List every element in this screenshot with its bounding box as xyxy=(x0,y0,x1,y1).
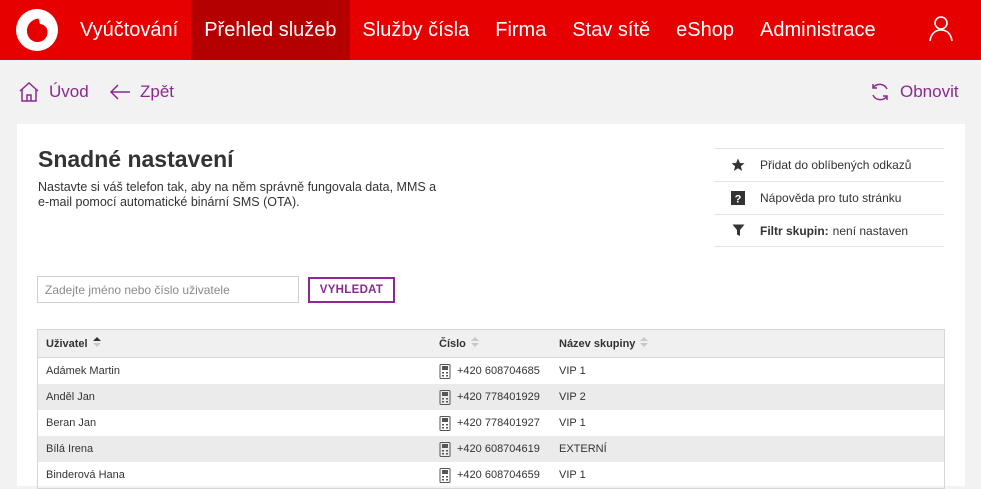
nav-item-sluzby-cisla[interactable]: Služby čísla xyxy=(350,0,483,60)
vodafone-logo-icon[interactable] xyxy=(16,9,58,51)
nav-item-administrace[interactable]: Administrace xyxy=(747,0,889,60)
header-number[interactable]: Číslo xyxy=(439,337,479,350)
content-card: Snadné nastavení Nastavte si váš telefon… xyxy=(17,124,965,489)
header-group[interactable]: Název skupiny xyxy=(559,337,649,350)
cell-number: +420 608704659 xyxy=(439,467,540,483)
page-title: Snadné nastavení xyxy=(38,146,234,172)
table-row[interactable]: Bílá Irena +420 608704619 EXTERNÍ xyxy=(38,436,944,462)
refresh-link-label: Obnovit xyxy=(900,82,959,101)
cell-number-text: +420 608704619 xyxy=(457,443,540,455)
group-filter-label: Filtr skupin: xyxy=(760,223,829,238)
star-icon xyxy=(730,157,746,173)
page-help-link[interactable]: ? Nápověda pro tuto stránku xyxy=(714,181,944,214)
cell-number-text: +420 778401929 xyxy=(457,391,540,403)
top-nav-bar: Vyúčtování Přehled služeb Služby čísla F… xyxy=(0,0,981,60)
phone-icon xyxy=(439,415,451,431)
cell-user: Bílá Irena xyxy=(46,443,94,455)
header-group-label: Název skupiny xyxy=(559,337,636,350)
table-header: Uživatel Číslo Název skupiny xyxy=(38,330,944,358)
sort-icon xyxy=(470,337,479,350)
cell-group: EXTERNÍ xyxy=(559,443,607,455)
phone-icon xyxy=(439,441,451,457)
cell-number: +420 778401927 xyxy=(439,415,540,431)
cell-group: VIP 2 xyxy=(559,391,586,403)
cell-number-text: +420 608704659 xyxy=(457,469,540,481)
search-input[interactable] xyxy=(37,276,299,303)
cell-number: +420 778401929 xyxy=(439,389,540,405)
header-user-label: Uživatel xyxy=(46,337,88,350)
home-link[interactable]: Úvod xyxy=(18,80,89,104)
cell-user: Anděl Jan xyxy=(46,391,95,403)
group-filter-value: není nastaven xyxy=(832,223,909,238)
cell-group: VIP 1 xyxy=(559,365,586,377)
table-row[interactable]: Adámek Martin +420 608704685 VIP 1 xyxy=(38,358,944,384)
home-icon xyxy=(19,81,39,102)
home-link-label: Úvod xyxy=(49,82,89,101)
add-favorite-link[interactable]: Přidat do oblíbených odkazů xyxy=(714,148,944,181)
refresh-link[interactable]: Obnovit xyxy=(869,80,959,104)
cell-user: Beran Jan xyxy=(46,417,97,429)
nav-item-eshop[interactable]: eShop xyxy=(663,0,747,60)
user-account-icon[interactable] xyxy=(927,14,955,42)
add-favorite-label: Přidat do oblíbených odkazů xyxy=(760,158,912,172)
cell-number: +420 608704619 xyxy=(439,441,540,457)
nav-item-prehled-sluzeb[interactable]: Přehled služeb xyxy=(191,0,350,60)
group-filter-link[interactable]: Filtr skupin: není nastaven xyxy=(714,214,944,247)
cell-number-text: +420 778401927 xyxy=(457,417,540,429)
users-table: Uživatel Číslo Název skupiny Adámek Mart… xyxy=(37,329,945,489)
table-row[interactable]: Anděl Jan +420 778401929 VIP 2 xyxy=(38,384,944,410)
cell-user: Adámek Martin xyxy=(46,365,120,377)
search-button[interactable]: VYHLEDAT xyxy=(308,277,395,303)
cell-number: +420 608704685 xyxy=(439,363,540,379)
refresh-icon xyxy=(872,83,888,101)
cell-user: Binderová Hana xyxy=(46,469,125,481)
cell-group: VIP 1 xyxy=(559,417,586,429)
sort-icon xyxy=(640,337,649,350)
filter-icon xyxy=(730,223,746,239)
header-number-label: Číslo xyxy=(439,337,466,350)
page-description: Nastavte si váš telefon tak, aby na něm … xyxy=(38,180,437,209)
arrow-left-icon xyxy=(109,84,130,100)
help-icon: ? xyxy=(730,190,746,206)
cell-group: VIP 1 xyxy=(559,469,586,481)
table-row[interactable]: Beran Jan +420 778401927 VIP 1 xyxy=(38,410,944,436)
svg-text:?: ? xyxy=(735,194,742,206)
sort-asc-icon xyxy=(92,337,101,350)
table-row[interactable]: Binderová Hana +420 608704659 VIP 1 xyxy=(38,462,944,488)
nav-item-stav-site[interactable]: Stav sítě xyxy=(559,0,663,60)
back-link-label: Zpět xyxy=(140,82,175,101)
phone-icon xyxy=(439,363,451,379)
page-help-label: Nápověda pro tuto stránku xyxy=(760,191,902,205)
phone-icon xyxy=(439,467,451,483)
nav-item-vyuctovani[interactable]: Vyúčtování xyxy=(67,0,191,60)
sub-nav-bar: Úvod Zpět Obnovit xyxy=(0,60,981,124)
main-nav: Vyúčtování Přehled služeb Služby čísla F… xyxy=(67,0,889,60)
phone-icon xyxy=(439,389,451,405)
header-user[interactable]: Uživatel xyxy=(46,337,101,350)
nav-item-firma[interactable]: Firma xyxy=(482,0,559,60)
side-links: Přidat do oblíbených odkazů ? Nápověda p… xyxy=(714,148,944,247)
back-link[interactable]: Zpět xyxy=(109,80,174,104)
cell-number-text: +420 608704685 xyxy=(457,365,540,377)
